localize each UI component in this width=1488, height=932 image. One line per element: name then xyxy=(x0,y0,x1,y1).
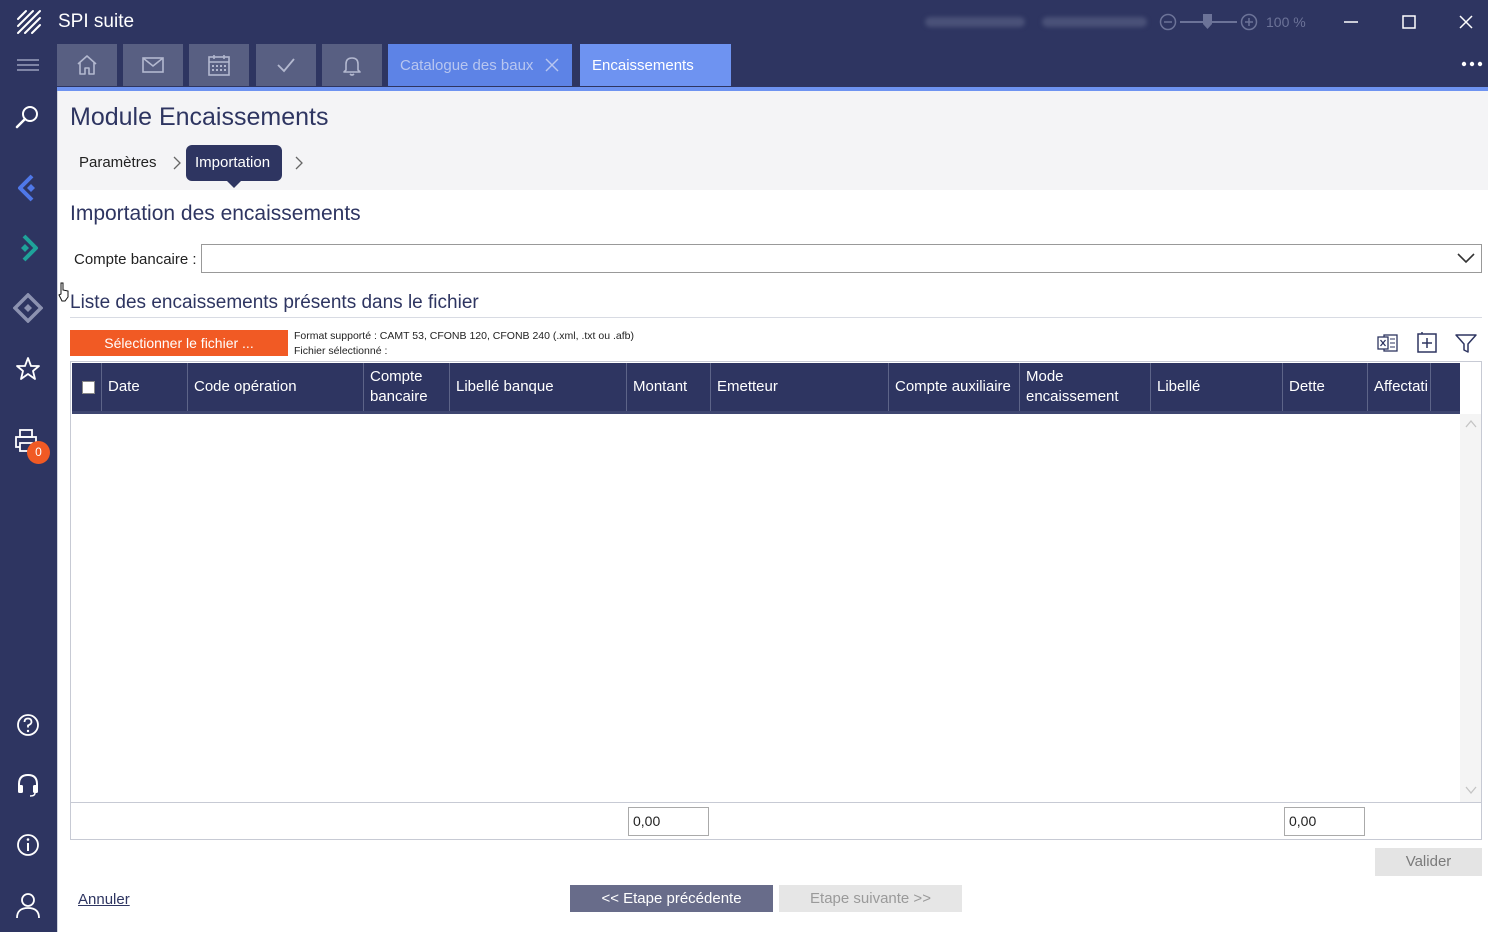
tab-notifications[interactable] xyxy=(322,44,382,86)
menu-icon[interactable] xyxy=(13,51,43,81)
zoom-in-icon[interactable] xyxy=(1240,13,1258,31)
back-arrow-icon[interactable] xyxy=(13,173,43,203)
tab-bar: Catalogue des baux Encaissements xyxy=(57,44,1488,87)
validate-button[interactable]: Valider xyxy=(1375,848,1482,876)
list-title: Liste des encaissements présents dans le… xyxy=(70,292,479,313)
home-icon xyxy=(77,55,97,75)
encaissements-grid: Date Code opération Compte bancaire Libe… xyxy=(70,361,1482,840)
dette-total: 0,00 xyxy=(1284,807,1365,836)
select-file-button[interactable]: Sélectionner le fichier ... xyxy=(70,330,288,356)
montant-total: 0,00 xyxy=(628,807,709,836)
blurred-user-info xyxy=(925,17,1025,27)
tab-label: Encaissements xyxy=(592,57,694,74)
forward-arrow-icon[interactable] xyxy=(13,233,43,263)
filter-icon[interactable] xyxy=(1454,331,1478,355)
excel-export-icon[interactable] xyxy=(1376,331,1400,355)
sidebar: 0 xyxy=(0,44,57,932)
bank-account-select[interactable] xyxy=(201,244,1482,273)
user-icon[interactable] xyxy=(13,890,43,920)
calendar-icon xyxy=(208,55,230,76)
check-icon xyxy=(277,58,295,73)
hand-cursor-icon xyxy=(58,282,69,302)
breadcrumb-pointer xyxy=(227,181,241,188)
scroll-down-icon[interactable] xyxy=(1465,784,1477,796)
column-header[interactable]: Compte auxiliaire xyxy=(889,363,1020,411)
title-bar: SPI suite 100 % xyxy=(0,0,1488,44)
zoom-level: 100 % xyxy=(1266,14,1306,30)
previous-step-button[interactable]: << Etape précédente xyxy=(570,885,773,912)
tab-calendar[interactable] xyxy=(189,44,249,86)
chevron-right-icon xyxy=(173,156,181,170)
tab-home[interactable] xyxy=(57,44,117,86)
maximize-icon[interactable] xyxy=(1399,12,1419,32)
close-window-icon[interactable] xyxy=(1456,12,1476,32)
info-icon[interactable] xyxy=(13,830,43,860)
selected-file-info: Fichier sélectionné : xyxy=(294,345,388,357)
breadcrumb-label: Importation xyxy=(195,154,271,171)
scroll-up-icon[interactable] xyxy=(1465,418,1477,430)
cancel-link[interactable]: Annuler xyxy=(78,891,130,908)
column-header[interactable]: Montant xyxy=(627,363,711,411)
chevron-right-icon xyxy=(295,156,303,170)
app-logo-icon xyxy=(17,10,41,34)
column-header[interactable]: Compte bancaire xyxy=(364,363,450,411)
help-icon[interactable] xyxy=(13,710,43,740)
column-header[interactable]: Emetteur xyxy=(711,363,889,411)
diamond-nav-icon[interactable] xyxy=(13,293,43,323)
search-icon[interactable] xyxy=(13,102,43,132)
star-icon[interactable] xyxy=(13,354,43,384)
column-header[interactable]: Affectati xyxy=(1368,363,1431,411)
zoom-out-icon[interactable] xyxy=(1159,13,1177,31)
chevron-down-icon[interactable] xyxy=(1456,250,1476,266)
page-title: Module Encaissements xyxy=(70,103,329,131)
bank-account-label: Compte bancaire : xyxy=(74,251,197,268)
column-header[interactable]: Dette xyxy=(1283,363,1368,411)
headset-icon[interactable] xyxy=(13,770,43,800)
grid-totals-row: 0,00 0,00 xyxy=(71,802,1481,839)
column-header[interactable]: Date xyxy=(102,363,188,411)
next-step-button[interactable]: Etape suivante >> xyxy=(779,885,962,912)
blurred-company-info xyxy=(1042,17,1147,27)
format-info: Format supporté : CAMT 53, CFONB 120, CF… xyxy=(294,330,634,342)
tab-catalogue-des-baux[interactable]: Catalogue des baux xyxy=(388,44,572,86)
vertical-scrollbar[interactable] xyxy=(1460,414,1481,802)
minimize-icon[interactable] xyxy=(1341,12,1361,32)
tab-mail[interactable] xyxy=(123,44,183,86)
print-queue-badge: 0 xyxy=(27,441,50,464)
select-all-checkbox[interactable] xyxy=(82,381,95,394)
breadcrumb-step-importation[interactable]: Importation xyxy=(186,145,282,181)
breadcrumb-step-parametres[interactable]: Paramètres xyxy=(79,154,157,171)
expand-all-icon[interactable] xyxy=(1415,331,1439,355)
zoom-slider-thumb[interactable] xyxy=(1202,13,1213,30)
column-header[interactable]: Mode encaissement xyxy=(1020,363,1151,411)
mail-icon xyxy=(142,57,164,73)
column-header[interactable]: Libellé banque xyxy=(450,363,627,411)
grid-header: Date Code opération Compte bancaire Libe… xyxy=(72,363,1460,411)
grid-header-rule xyxy=(72,411,1460,414)
tab-label: Catalogue des baux xyxy=(400,57,534,74)
tab-tasks[interactable] xyxy=(256,44,316,86)
column-header[interactable]: Code opération xyxy=(188,363,364,411)
tab-encaissements[interactable]: Encaissements xyxy=(580,44,731,86)
close-tab-icon[interactable] xyxy=(545,58,559,72)
column-header[interactable]: Libellé xyxy=(1151,363,1283,411)
divider xyxy=(70,317,1482,318)
more-options-icon[interactable] xyxy=(1461,57,1483,71)
app-title: SPI suite xyxy=(58,11,135,32)
select-all-column xyxy=(72,363,102,411)
bell-icon xyxy=(343,57,361,76)
section-title: Importation des encaissements xyxy=(70,202,361,225)
